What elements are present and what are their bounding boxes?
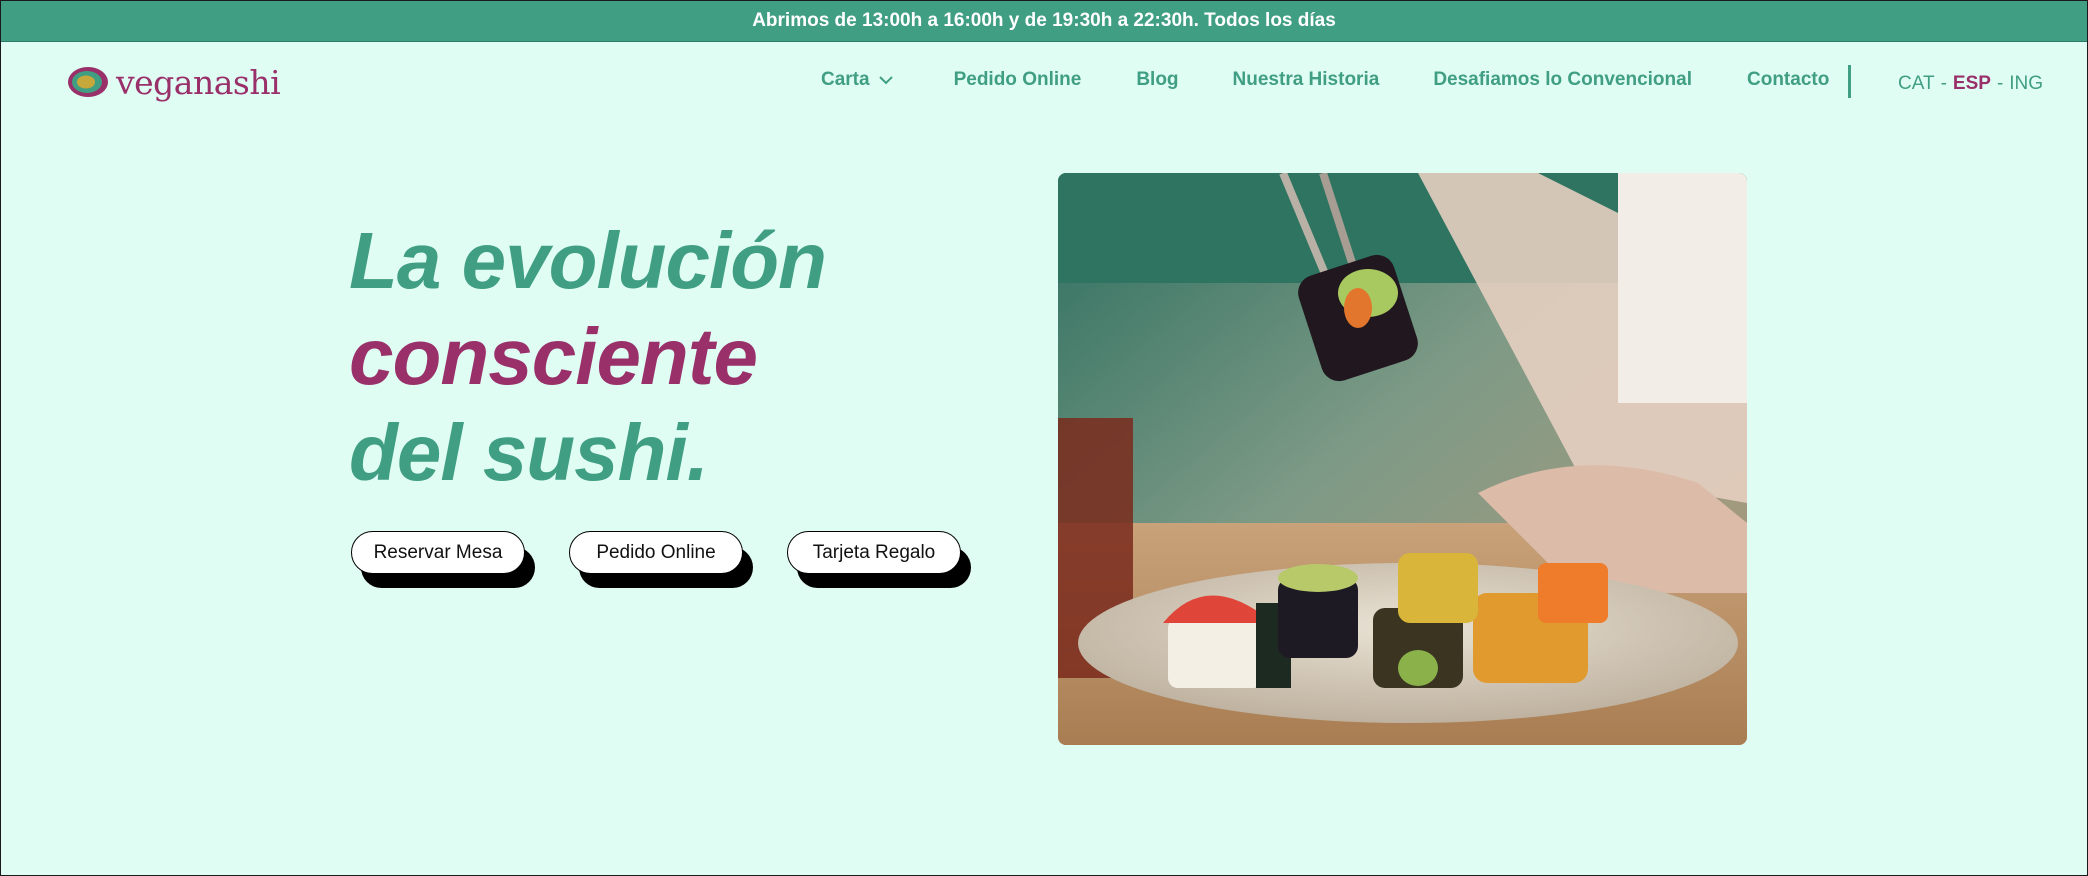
tarjeta-regalo-group: Tarjeta Regalo	[787, 531, 971, 588]
pedido-online-group: Pedido Online	[569, 531, 753, 588]
chevron-down-icon	[878, 76, 893, 85]
hero-line-2: consciente	[349, 312, 758, 401]
pedido-online-button[interactable]: Pedido Online	[569, 531, 743, 574]
nav-item-nuestra-historia[interactable]: Nuestra Historia	[1233, 69, 1380, 91]
nav-item-pedido-online[interactable]: Pedido Online	[954, 69, 1082, 91]
sushi-illustration	[1058, 173, 1747, 745]
logo-mark-icon	[68, 67, 108, 97]
nav-divider	[1848, 65, 1851, 98]
brand-name: veganashi	[116, 62, 281, 102]
language-switcher: CAT - ESP - ING	[1898, 73, 2043, 95]
hero-line-1: La evolución	[349, 216, 827, 305]
lang-separator: -	[1996, 73, 2004, 94]
lang-esp[interactable]: ESP	[1953, 73, 1991, 95]
nav-item-blog[interactable]: Blog	[1136, 69, 1178, 91]
hero-headline: La evolución consciente del sushi.	[349, 213, 827, 501]
nav-item-contacto[interactable]: Contacto	[1747, 69, 1829, 91]
hero-line-3: del sushi.	[349, 408, 709, 497]
tarjeta-regalo-button[interactable]: Tarjeta Regalo	[787, 531, 961, 574]
nav-item-label: Carta	[821, 69, 870, 90]
lang-cat[interactable]: CAT	[1898, 73, 1935, 95]
hero-sushi-photo	[1058, 173, 1747, 745]
nav-item-carta[interactable]: Carta	[821, 69, 894, 91]
announcement-bar: Abrimos de 13:00h a 16:00h y de 19:30h a…	[1, 1, 2087, 42]
lang-separator: -	[1940, 73, 1947, 94]
reservar-mesa-group: Reservar Mesa	[351, 531, 535, 588]
brand-logo[interactable]: veganashi	[66, 61, 281, 103]
nav-item-desafiamos[interactable]: Desafiamos lo Convencional	[1433, 69, 1692, 91]
announcement-text: Abrimos de 13:00h a 16:00h y de 19:30h a…	[752, 10, 1336, 31]
reservar-mesa-button[interactable]: Reservar Mesa	[351, 531, 525, 574]
lang-ing[interactable]: ING	[2009, 73, 2043, 95]
main-nav: Carta Pedido Online Blog Nuestra Histori…	[821, 69, 1829, 91]
